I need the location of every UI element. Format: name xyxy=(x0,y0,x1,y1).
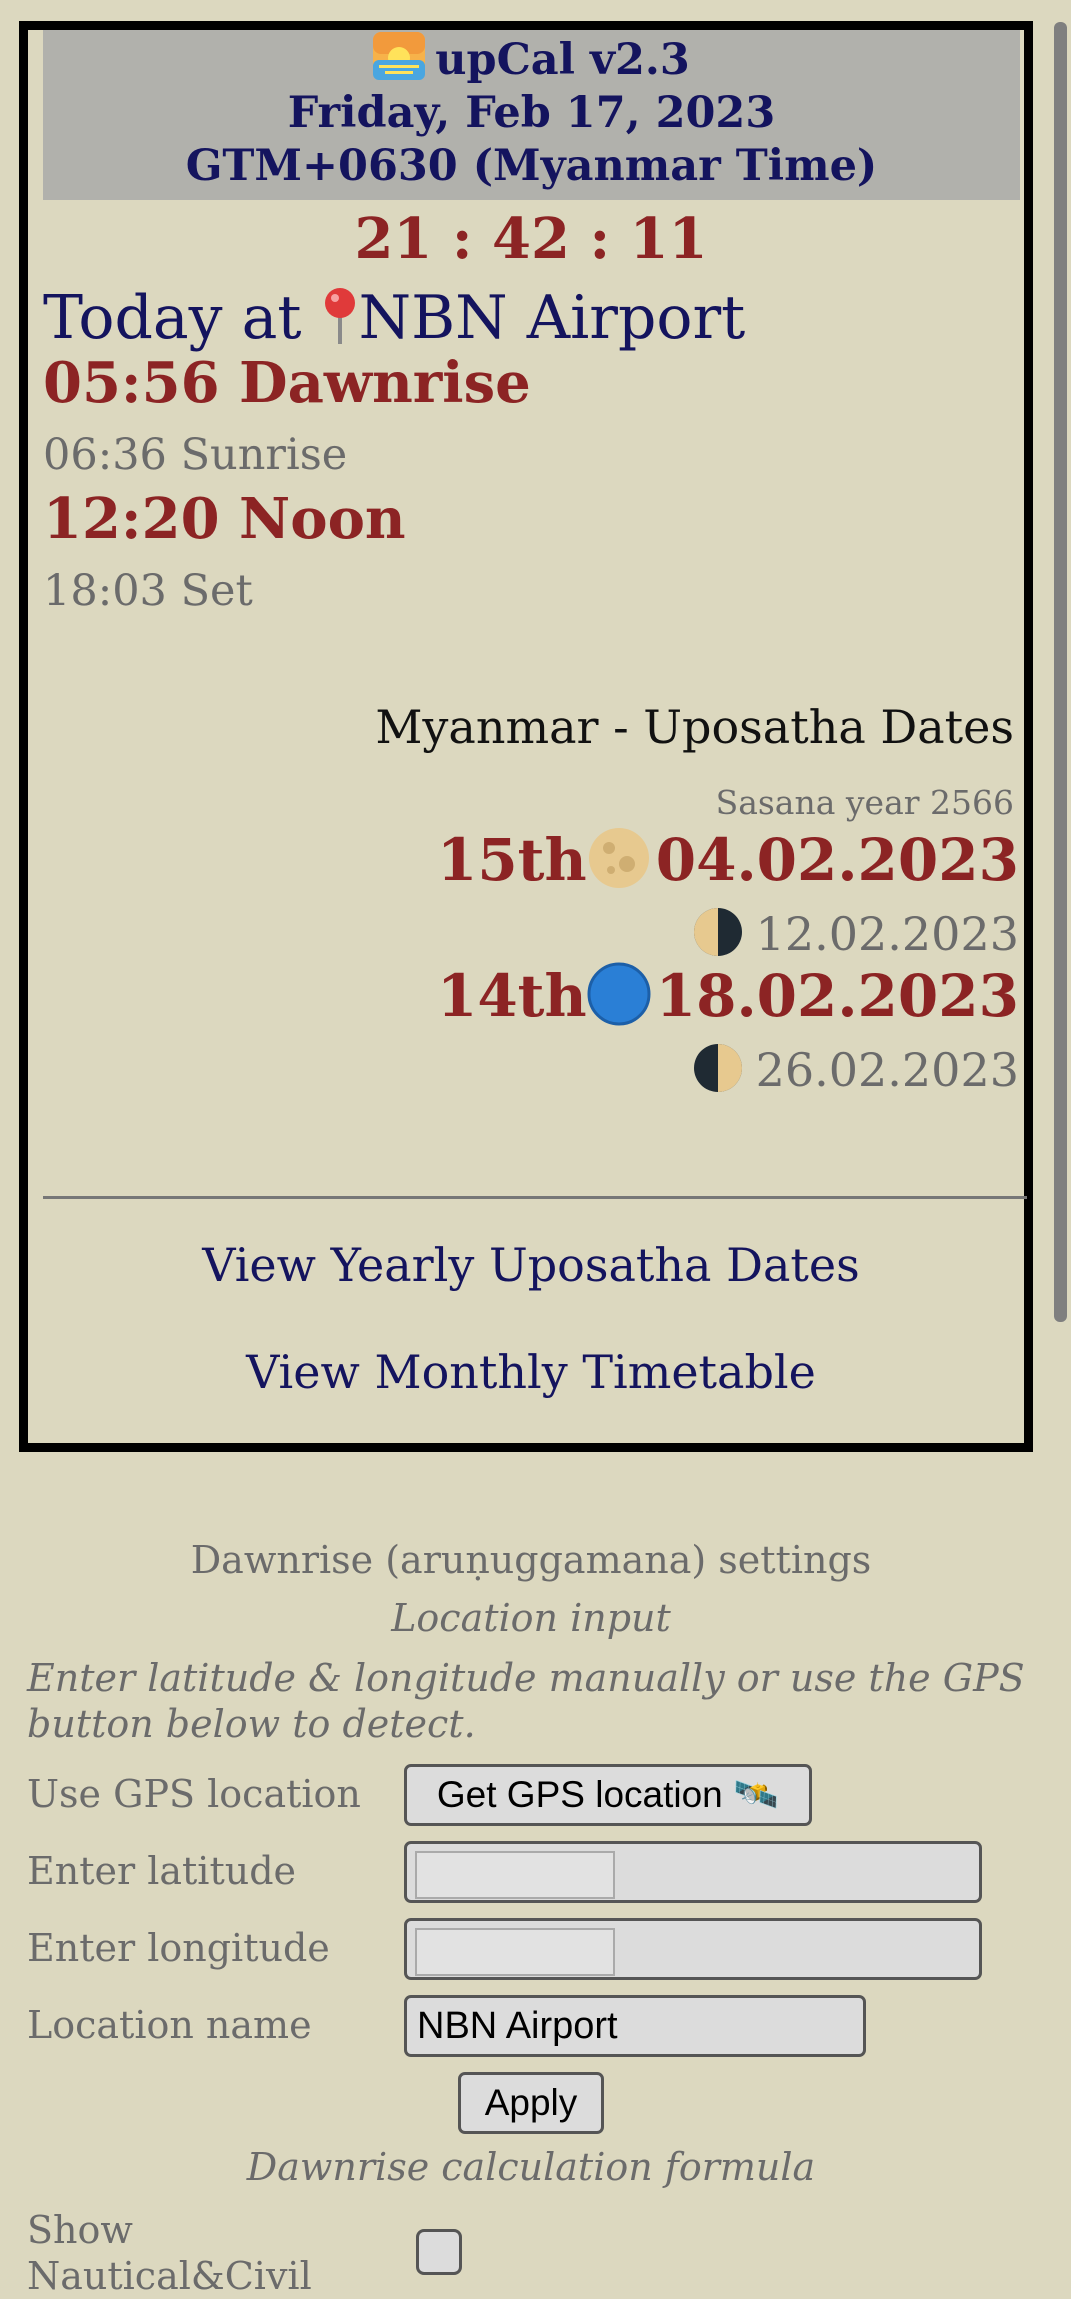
get-gps-button[interactable]: Get GPS location 🛰️ xyxy=(404,1764,812,1826)
uposatha-entry: 12.02.2023 xyxy=(692,906,1019,961)
sunset-time: 18:03 Set xyxy=(43,566,253,616)
dawnrise-time: 05:56 Dawnrise xyxy=(43,350,531,416)
uposatha-date: 26.02.2023 xyxy=(755,1043,1019,1097)
scrollbar[interactable] xyxy=(1054,22,1067,1322)
uposatha-entry: 26.02.2023 xyxy=(692,1042,1019,1097)
uposatha-entry: 15th 04.02.2023 xyxy=(437,826,1019,894)
location-name-input[interactable]: NBN Airport xyxy=(404,1995,866,2057)
sunrise-icon xyxy=(373,32,426,80)
first-quarter-moon-icon xyxy=(693,1044,742,1092)
longitude-input[interactable] xyxy=(404,1918,982,1980)
live-clock: 21 : 42 : 11 xyxy=(354,206,708,272)
uposatha-date: 18.02.2023 xyxy=(655,962,1019,1030)
latitude-input[interactable] xyxy=(404,1841,982,1903)
longitude-input-box[interactable] xyxy=(415,1928,615,1976)
uposatha-date: 12.02.2023 xyxy=(755,907,1019,961)
show-nautical-civil-checkbox[interactable] xyxy=(416,2229,462,2275)
formula-heading: Dawnrise calculation formula xyxy=(246,2145,816,2189)
uposatha-title: Myanmar - Uposatha Dates xyxy=(375,700,1014,754)
new-moon-icon xyxy=(587,962,651,1026)
sasana-year: Sasana year 2566 xyxy=(715,783,1014,822)
show-nautical-civil-label: Show Nautical&Civil xyxy=(27,2208,312,2298)
location-hint: Enter latitude & longitude manually or u… xyxy=(27,1656,1025,1746)
app-header: upCal v2.3 Friday, Feb 17, 2023 GTM+0630… xyxy=(43,30,1020,200)
noon-time: 12:20 Noon xyxy=(43,486,406,552)
last-quarter-moon-icon xyxy=(693,908,742,956)
section-divider xyxy=(43,1196,1027,1199)
view-yearly-link[interactable]: View Yearly Uposatha Dates xyxy=(0,1238,1062,1292)
latitude-label: Enter latitude xyxy=(27,1849,297,1893)
settings-title: Dawnrise (aruṇuggamana) settings xyxy=(190,1538,872,1582)
app-title-line: upCal v2.3 xyxy=(43,32,1020,87)
longitude-label: Enter longitude xyxy=(27,1926,330,1970)
round-pushpin-icon xyxy=(324,288,355,344)
gps-label: Use GPS location xyxy=(27,1772,361,1816)
sunrise-time: 06:36 Sunrise xyxy=(43,430,348,480)
latitude-input-box[interactable] xyxy=(415,1851,615,1899)
apply-button[interactable]: Apply xyxy=(458,2072,604,2134)
full-moon-icon xyxy=(588,828,649,888)
location-input-heading: Location input xyxy=(391,1596,671,1640)
timezone: GTM+0630 (Myanmar Time) xyxy=(185,141,878,191)
uposatha-date: 04.02.2023 xyxy=(655,826,1019,894)
app-title: upCal v2.3 xyxy=(435,35,690,85)
uposatha-ordinal: 15th xyxy=(436,826,587,894)
location-name-label: Location name xyxy=(27,2003,312,2047)
current-date: Friday, Feb 17, 2023 xyxy=(287,88,776,138)
view-monthly-link[interactable]: View Monthly Timetable xyxy=(0,1345,1062,1399)
today-location-heading: Today at NBN Airport xyxy=(43,281,745,355)
today-prefix: Today at xyxy=(43,283,302,353)
today-location: NBN Airport xyxy=(358,283,746,353)
uposatha-entry: 14th 18.02.2023 xyxy=(437,962,1019,1030)
uposatha-ordinal: 14th xyxy=(436,962,587,1030)
